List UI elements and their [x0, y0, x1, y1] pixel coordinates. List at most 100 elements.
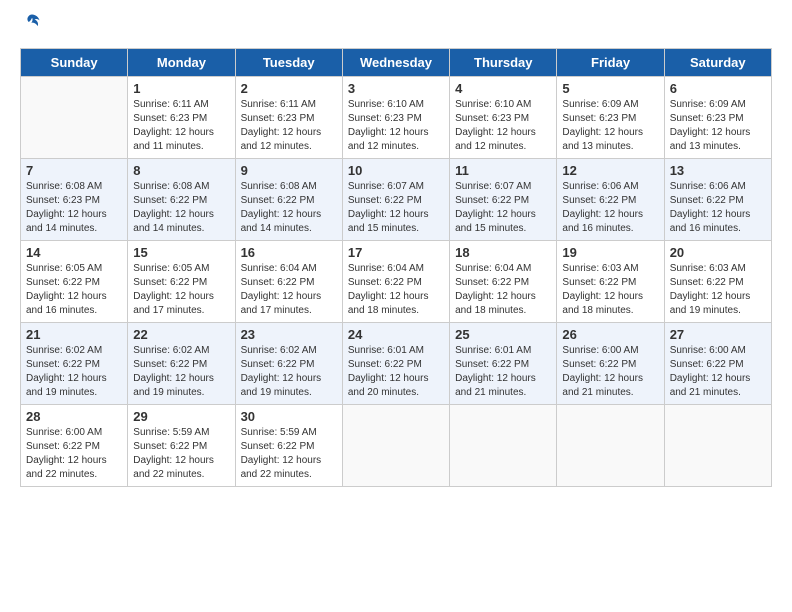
day-number: 19	[562, 245, 658, 260]
calendar-body: 1 Sunrise: 6:11 AM Sunset: 6:23 PM Daylig…	[21, 77, 772, 487]
day-number: 23	[241, 327, 337, 342]
calendar-cell: 26 Sunrise: 6:00 AM Sunset: 6:22 PM Dayli…	[557, 323, 664, 405]
day-number: 10	[348, 163, 444, 178]
calendar-cell: 12 Sunrise: 6:06 AM Sunset: 6:22 PM Dayli…	[557, 159, 664, 241]
calendar-cell	[21, 77, 128, 159]
day-number: 14	[26, 245, 122, 260]
page-header	[20, 20, 772, 32]
day-info: Sunrise: 6:04 AM Sunset: 6:22 PM Dayligh…	[455, 262, 551, 318]
day-info: Sunrise: 6:11 AM Sunset: 6:23 PM Dayligh…	[241, 98, 337, 154]
calendar-cell: 6 Sunrise: 6:09 AM Sunset: 6:23 PM Daylig…	[664, 77, 771, 159]
day-number: 22	[133, 327, 229, 342]
day-info: Sunrise: 6:00 AM Sunset: 6:22 PM Dayligh…	[670, 344, 766, 400]
logo-bird-icon	[22, 12, 42, 32]
calendar-cell: 17 Sunrise: 6:04 AM Sunset: 6:22 PM Dayli…	[342, 241, 449, 323]
calendar-cell: 30 Sunrise: 5:59 AM Sunset: 6:22 PM Dayli…	[235, 405, 342, 487]
day-header-friday: Friday	[557, 49, 664, 77]
calendar-cell: 11 Sunrise: 6:07 AM Sunset: 6:22 PM Dayli…	[450, 159, 557, 241]
day-number: 18	[455, 245, 551, 260]
day-number: 27	[670, 327, 766, 342]
day-number: 1	[133, 81, 229, 96]
day-number: 12	[562, 163, 658, 178]
calendar-cell	[557, 405, 664, 487]
day-number: 11	[455, 163, 551, 178]
day-info: Sunrise: 6:03 AM Sunset: 6:22 PM Dayligh…	[562, 262, 658, 318]
calendar-table: SundayMondayTuesdayWednesdayThursdayFrid…	[20, 48, 772, 487]
calendar-cell: 19 Sunrise: 6:03 AM Sunset: 6:22 PM Dayli…	[557, 241, 664, 323]
day-info: Sunrise: 5:59 AM Sunset: 6:22 PM Dayligh…	[133, 426, 229, 482]
day-info: Sunrise: 6:06 AM Sunset: 6:22 PM Dayligh…	[562, 180, 658, 236]
day-info: Sunrise: 6:05 AM Sunset: 6:22 PM Dayligh…	[133, 262, 229, 318]
day-number: 6	[670, 81, 766, 96]
calendar-cell: 13 Sunrise: 6:06 AM Sunset: 6:22 PM Dayli…	[664, 159, 771, 241]
calendar-cell: 20 Sunrise: 6:03 AM Sunset: 6:22 PM Dayli…	[664, 241, 771, 323]
calendar-cell: 23Sunrise: 6:02 AM Sunset: 6:22 PM Dayli…	[235, 323, 342, 405]
day-info: Sunrise: 6:07 AM Sunset: 6:22 PM Dayligh…	[348, 180, 444, 236]
day-info: Sunrise: 6:10 AM Sunset: 6:23 PM Dayligh…	[348, 98, 444, 154]
calendar-cell: 29 Sunrise: 5:59 AM Sunset: 6:22 PM Dayli…	[128, 405, 235, 487]
day-header-monday: Monday	[128, 49, 235, 77]
calendar-cell: 10 Sunrise: 6:07 AM Sunset: 6:22 PM Dayli…	[342, 159, 449, 241]
day-info: Sunrise: 6:00 AM Sunset: 6:22 PM Dayligh…	[26, 426, 122, 482]
calendar-cell: 27 Sunrise: 6:00 AM Sunset: 6:22 PM Dayli…	[664, 323, 771, 405]
calendar-header-row: SundayMondayTuesdayWednesdayThursdayFrid…	[21, 49, 772, 77]
calendar-week-row: 28Sunrise: 6:00 AM Sunset: 6:22 PM Dayli…	[21, 405, 772, 487]
day-number: 4	[455, 81, 551, 96]
day-info: Sunrise: 6:07 AM Sunset: 6:22 PM Dayligh…	[455, 180, 551, 236]
day-number: 16	[241, 245, 337, 260]
day-number: 15	[133, 245, 229, 260]
day-header-thursday: Thursday	[450, 49, 557, 77]
day-number: 8	[133, 163, 229, 178]
day-info: Sunrise: 6:04 AM Sunset: 6:22 PM Dayligh…	[348, 262, 444, 318]
day-info: Sunrise: 6:00 AM Sunset: 6:22 PM Dayligh…	[562, 344, 658, 400]
calendar-week-row: 14 Sunrise: 6:05 AM Sunset: 6:22 PM Dayli…	[21, 241, 772, 323]
calendar-cell: 1Sunrise: 6:11 AM Sunset: 6:23 PM Daylig…	[128, 77, 235, 159]
day-number: 30	[241, 409, 337, 424]
calendar-cell	[342, 405, 449, 487]
calendar-cell: 25 Sunrise: 6:01 AM Sunset: 6:22 PM Dayli…	[450, 323, 557, 405]
day-header-saturday: Saturday	[664, 49, 771, 77]
calendar-cell: 15 Sunrise: 6:05 AM Sunset: 6:22 PM Dayli…	[128, 241, 235, 323]
calendar-cell: 7Sunrise: 6:08 AM Sunset: 6:23 PM Daylig…	[21, 159, 128, 241]
day-number: 20	[670, 245, 766, 260]
calendar-week-row: 1 Sunrise: 6:11 AM Sunset: 6:23 PM Daylig…	[21, 77, 772, 159]
day-info: Sunrise: 6:10 AM Sunset: 6:23 PM Dayligh…	[455, 98, 551, 154]
calendar-cell: 28Sunrise: 6:00 AM Sunset: 6:22 PM Dayli…	[21, 405, 128, 487]
logo	[20, 20, 42, 32]
day-info: Sunrise: 6:06 AM Sunset: 6:22 PM Dayligh…	[670, 180, 766, 236]
calendar-cell: 18 Sunrise: 6:04 AM Sunset: 6:22 PM Dayli…	[450, 241, 557, 323]
day-number: 17	[348, 245, 444, 260]
day-header-tuesday: Tuesday	[235, 49, 342, 77]
day-number: 3	[348, 81, 444, 96]
day-number: 7	[26, 163, 122, 178]
day-number: 2	[241, 81, 337, 96]
day-number: 13	[670, 163, 766, 178]
day-info: Sunrise: 6:09 AM Sunset: 6:23 PM Dayligh…	[670, 98, 766, 154]
calendar-cell: 16 Sunrise: 6:04 AM Sunset: 6:22 PM Dayli…	[235, 241, 342, 323]
day-info: Sunrise: 6:02 AM Sunset: 6:22 PM Dayligh…	[133, 344, 229, 400]
day-info: Sunrise: 6:01 AM Sunset: 6:22 PM Dayligh…	[455, 344, 551, 400]
day-info: Sunrise: 6:08 AM Sunset: 6:22 PM Dayligh…	[241, 180, 337, 236]
calendar-cell: 5Sunrise: 6:09 AM Sunset: 6:23 PM Daylig…	[557, 77, 664, 159]
day-info: Sunrise: 6:03 AM Sunset: 6:22 PM Dayligh…	[670, 262, 766, 318]
calendar-cell: 8Sunrise: 6:08 AM Sunset: 6:22 PM Daylig…	[128, 159, 235, 241]
day-info: Sunrise: 6:04 AM Sunset: 6:22 PM Dayligh…	[241, 262, 337, 318]
calendar-cell: 4 Sunrise: 6:10 AM Sunset: 6:23 PM Daylig…	[450, 77, 557, 159]
day-info: Sunrise: 6:01 AM Sunset: 6:22 PM Dayligh…	[348, 344, 444, 400]
day-number: 25	[455, 327, 551, 342]
calendar-cell	[664, 405, 771, 487]
day-number: 5	[562, 81, 658, 96]
day-number: 9	[241, 163, 337, 178]
calendar-cell	[450, 405, 557, 487]
day-number: 26	[562, 327, 658, 342]
calendar-cell: 22 Sunrise: 6:02 AM Sunset: 6:22 PM Dayli…	[128, 323, 235, 405]
calendar-cell: 9 Sunrise: 6:08 AM Sunset: 6:22 PM Daylig…	[235, 159, 342, 241]
day-info: Sunrise: 5:59 AM Sunset: 6:22 PM Dayligh…	[241, 426, 337, 482]
calendar-cell: 24 Sunrise: 6:01 AM Sunset: 6:22 PM Dayli…	[342, 323, 449, 405]
day-header-wednesday: Wednesday	[342, 49, 449, 77]
calendar-cell: 2 Sunrise: 6:11 AM Sunset: 6:23 PM Daylig…	[235, 77, 342, 159]
day-info: Sunrise: 6:05 AM Sunset: 6:22 PM Dayligh…	[26, 262, 122, 318]
day-number: 29	[133, 409, 229, 424]
day-number: 24	[348, 327, 444, 342]
calendar-cell: 14 Sunrise: 6:05 AM Sunset: 6:22 PM Dayli…	[21, 241, 128, 323]
